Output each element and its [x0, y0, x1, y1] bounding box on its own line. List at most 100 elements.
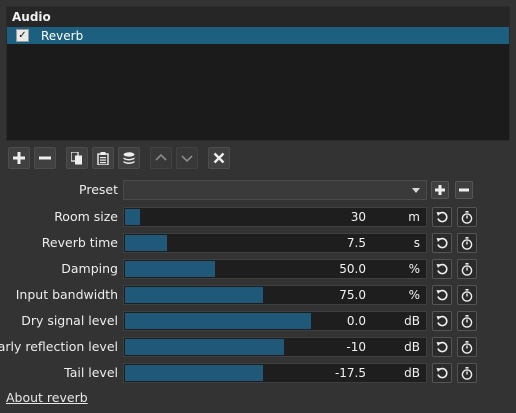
- param-value: 0.0: [346, 314, 366, 328]
- param-value: 30: [350, 210, 366, 224]
- reset-button[interactable]: [432, 311, 452, 331]
- param-unit: s: [413, 236, 420, 250]
- stopwatch-icon: [461, 340, 473, 354]
- slider-fill: [125, 209, 140, 225]
- param-unit: %: [408, 288, 420, 302]
- close-icon: [213, 152, 225, 164]
- input-bandwidth-slider[interactable]: 75.0%: [123, 285, 427, 305]
- slider-fill: [125, 287, 263, 303]
- param-row-dry-signal-level: Dry signal level 0.0 dB: [0, 309, 516, 333]
- add-filter-button[interactable]: [8, 147, 30, 169]
- reset-button[interactable]: [432, 337, 452, 357]
- stopwatch-icon: [461, 262, 473, 276]
- filter-item-reverb[interactable]: ✓ Reverb: [7, 27, 509, 44]
- add-preset-button[interactable]: [431, 181, 449, 199]
- stopwatch-icon: [461, 314, 473, 328]
- param-row-reverb-time: Reverb time 7.5 s: [0, 231, 516, 255]
- param-label: Dry signal level: [21, 313, 118, 328]
- param-row-input-bandwidth: Input bandwidth 75.0%: [0, 283, 516, 307]
- param-label: Damping: [61, 261, 118, 276]
- reset-button[interactable]: [432, 233, 452, 253]
- stack-icon: [123, 151, 135, 164]
- param-unit: dB: [404, 366, 420, 380]
- stopwatch-icon: [461, 366, 473, 380]
- reset-icon: [436, 237, 448, 249]
- param-unit: %: [408, 262, 420, 276]
- dry-signal-level-slider[interactable]: 0.0 dB: [123, 311, 427, 331]
- room-size-slider[interactable]: 30 m: [123, 207, 427, 227]
- param-value: 7.5: [346, 236, 366, 250]
- keyframe-button[interactable]: [457, 259, 477, 279]
- keyframe-button[interactable]: [457, 207, 477, 227]
- minus-icon: [459, 188, 469, 192]
- about-reverb-link[interactable]: About reverb: [6, 390, 88, 405]
- plus-icon: [435, 185, 445, 195]
- param-value: 75.0: [339, 288, 366, 302]
- param-label: Early reflection level: [0, 339, 118, 354]
- delete-preset-button[interactable]: [455, 181, 473, 199]
- keyframe-button[interactable]: [457, 363, 477, 383]
- filter-toolbar: [8, 146, 234, 170]
- reset-icon: [436, 211, 448, 223]
- move-up-button[interactable]: [150, 147, 172, 169]
- slider-fill: [125, 235, 167, 251]
- stopwatch-icon: [461, 236, 473, 250]
- param-row-damping: Damping 50.0%: [0, 257, 516, 281]
- chevron-up-icon: [155, 153, 167, 161]
- keyframe-button[interactable]: [457, 311, 477, 331]
- stopwatch-icon: [461, 210, 473, 224]
- reset-button[interactable]: [432, 285, 452, 305]
- param-unit: dB: [404, 314, 420, 328]
- slider-fill: [125, 339, 284, 355]
- param-row-room-size: Room size 30 m: [0, 205, 516, 229]
- paste-filters-button[interactable]: [92, 147, 114, 169]
- reset-icon: [436, 289, 448, 301]
- param-value: -10: [346, 340, 366, 354]
- reset-icon: [436, 315, 448, 327]
- minus-icon: [39, 156, 51, 160]
- deselect-filter-button[interactable]: [208, 147, 230, 169]
- plus-icon: [13, 152, 25, 164]
- reset-icon: [436, 367, 448, 379]
- damping-slider[interactable]: 50.0%: [123, 259, 427, 279]
- stopwatch-icon: [461, 288, 473, 302]
- filter-item-label: Reverb: [41, 28, 84, 43]
- panel-title: Audio: [7, 7, 509, 27]
- save-preset-button[interactable]: [118, 147, 140, 169]
- tail-level-slider[interactable]: -17.5 dB: [123, 363, 427, 383]
- reset-button[interactable]: [432, 259, 452, 279]
- early-reflection-level-slider[interactable]: -10 dB: [123, 337, 427, 357]
- move-down-button[interactable]: [176, 147, 198, 169]
- param-value: -17.5: [334, 366, 366, 380]
- keyframe-button[interactable]: [457, 337, 477, 357]
- keyframe-button[interactable]: [457, 233, 477, 253]
- reset-icon: [436, 263, 448, 275]
- param-row-early-reflection-level: Early reflection level -10 dB: [0, 335, 516, 359]
- preset-row: Preset: [0, 178, 516, 202]
- copy-icon: [71, 151, 82, 164]
- chevron-down-icon: [181, 155, 193, 163]
- param-value: 50.0: [339, 262, 366, 276]
- filter-enabled-checkbox[interactable]: ✓: [16, 29, 29, 42]
- preset-dropdown[interactable]: [123, 180, 427, 200]
- slider-fill: [125, 313, 311, 329]
- chevron-down-icon: [412, 188, 420, 193]
- reverb-time-slider[interactable]: 7.5 s: [123, 233, 427, 253]
- param-label: Input bandwidth: [15, 287, 118, 302]
- param-unit: m: [408, 210, 420, 224]
- keyframe-button[interactable]: [457, 285, 477, 305]
- param-unit: dB: [404, 340, 420, 354]
- reset-icon: [436, 341, 448, 353]
- param-row-tail-level: Tail level -17.5 dB: [0, 361, 516, 385]
- remove-filter-button[interactable]: [34, 147, 56, 169]
- copy-filters-button[interactable]: [66, 147, 88, 169]
- audio-filter-panel: Audio ✓ Reverb: [6, 6, 510, 141]
- reset-button[interactable]: [432, 207, 452, 227]
- param-label: Tail level: [64, 365, 118, 380]
- preset-label: Preset: [79, 182, 118, 197]
- slider-fill: [125, 261, 215, 277]
- param-label: Reverb time: [41, 235, 118, 250]
- slider-fill: [125, 365, 263, 381]
- reset-button[interactable]: [432, 363, 452, 383]
- paste-icon: [97, 151, 109, 165]
